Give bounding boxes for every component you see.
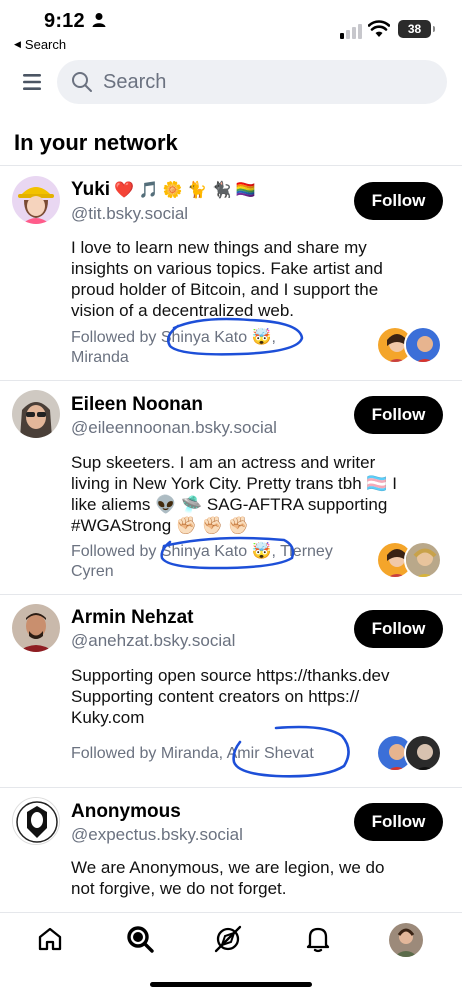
menu-icon[interactable] <box>22 72 42 92</box>
search-icon[interactable] <box>126 925 154 953</box>
profile-name-line: Yuki ❤️ 🎵 🌼 🐈 🐈‍⬛ 🏳️‍🌈 <box>71 179 256 201</box>
follow-button[interactable]: Follow <box>354 396 443 434</box>
profile-name: Eileen Noonan <box>71 394 203 415</box>
profile-card[interactable]: Yuki ❤️ 🎵 🌼 🐈 🐈‍⬛ 🏳️‍🌈 @tit.bsky.social F… <box>0 166 462 381</box>
followed-by-line: Followed by Shinya Kato 🤯, Tierney <box>71 543 333 560</box>
bio-line: living in New York City. Pretty trans tb… <box>71 474 398 493</box>
bio-line: Kuky.com <box>71 708 145 727</box>
followed-by-text: Followed by Shinya Kato 🤯, Miranda <box>71 328 361 368</box>
battery-icon: 38 <box>398 20 435 38</box>
mutual-avatars <box>376 541 446 581</box>
profile-bio: Sup skeeters. I am an actress and writer… <box>71 452 447 536</box>
followed-by-line: Followed by Miranda, Amir Shevat <box>71 745 314 762</box>
profile-card[interactable]: Eileen Noonan @eileennoonan.bsky.social … <box>0 381 462 595</box>
follow-button[interactable]: Follow <box>354 182 443 220</box>
profile-handle: @tit.bsky.social <box>71 204 189 223</box>
avatar[interactable] <box>12 176 60 224</box>
profile-handle: @eileennoonan.bsky.social <box>71 418 277 437</box>
profile-card[interactable]: Anonymous @expectus.bsky.social Follow W… <box>0 788 462 912</box>
followed-by-text: Followed by Shinya Kato 🤯, Tierney Cyren <box>71 542 361 582</box>
bio-line: like aliems 👽 🛸 SAG-AFTRA supporting <box>71 495 388 514</box>
bio-line: vision of a decentralized web. <box>71 301 295 320</box>
followed-by-line: Followed by Shinya Kato 🤯, <box>71 329 276 346</box>
followed-by-line: Miranda <box>71 349 129 366</box>
mutual-avatar <box>404 541 442 579</box>
search-bar[interactable] <box>57 60 447 104</box>
bio-line: #WGAStrong ✊🏻 ✊🏻 ✊🏻 <box>71 516 249 535</box>
back-label: Search <box>24 37 67 52</box>
profile-card[interactable]: Armin Nehzat @anehzat.bsky.social Follow… <box>0 595 462 788</box>
bio-line: I love to learn new things and share my <box>71 238 367 257</box>
mutual-avatars <box>376 326 446 366</box>
profile-name: Anonymous <box>71 801 181 822</box>
cellular-signal-icon <box>340 24 362 39</box>
profile-avatar[interactable] <box>389 923 423 957</box>
status-time: 9:12 <box>44 10 85 32</box>
followed-by-text: Followed by Miranda, Amir Shevat <box>71 744 361 764</box>
back-arrow-icon: ◀ <box>14 39 21 49</box>
mutual-avatar <box>404 734 442 772</box>
followed-by-line: Cyren <box>71 563 114 580</box>
profile-bio: We are Anonymous, we are legion, we do n… <box>71 857 447 899</box>
bio-line: We are Anonymous, we are legion, we do <box>71 858 385 877</box>
bio-line: insights on various topics. Fake artist … <box>71 259 383 278</box>
search-input[interactable] <box>103 70 403 94</box>
follow-button[interactable]: Follow <box>354 610 443 648</box>
bio-line: not forgive, we do not forget. <box>71 879 287 898</box>
wifi-icon <box>368 20 390 37</box>
profile-handle: @expectus.bsky.social <box>71 825 243 844</box>
profile-bio: Supporting open source https://thanks.de… <box>71 665 447 728</box>
profile-name: Armin Nehzat <box>71 607 194 628</box>
notifications-icon[interactable] <box>304 925 332 953</box>
mutual-avatars <box>376 734 446 774</box>
avatar[interactable] <box>12 797 60 845</box>
profile-bio: I love to learn new things and share my … <box>71 237 447 321</box>
profile-name: Yuki <box>71 179 111 200</box>
home-indicator <box>150 982 312 987</box>
person-status-icon <box>92 13 106 27</box>
profile-handle: @anehzat.bsky.social <box>71 631 236 650</box>
status-bar: 9:12 ◀ Search 38 <box>0 0 462 58</box>
search-icon <box>72 72 92 92</box>
search-header <box>0 60 462 106</box>
avatar[interactable] <box>12 604 60 652</box>
avatar[interactable] <box>12 390 60 438</box>
back-to-search-link[interactable]: ◀ Search <box>14 37 66 52</box>
bio-line: Supporting open source https://thanks.de… <box>71 666 390 685</box>
bio-line: proud holder of Bitcoin, and I support t… <box>71 280 379 299</box>
mutual-avatar <box>404 326 442 364</box>
bio-line: Sup skeeters. I am an actress and writer <box>71 453 376 472</box>
name-emojis: ❤️ 🎵 🌼 🐈 🐈‍⬛ 🏳️‍🌈 <box>114 182 256 199</box>
follow-button[interactable]: Follow <box>354 803 443 841</box>
home-icon[interactable] <box>36 925 64 953</box>
bio-line: Supporting content creators on https:// <box>71 687 360 706</box>
section-title: In your network <box>14 130 178 155</box>
feeds-icon[interactable] <box>214 925 242 953</box>
